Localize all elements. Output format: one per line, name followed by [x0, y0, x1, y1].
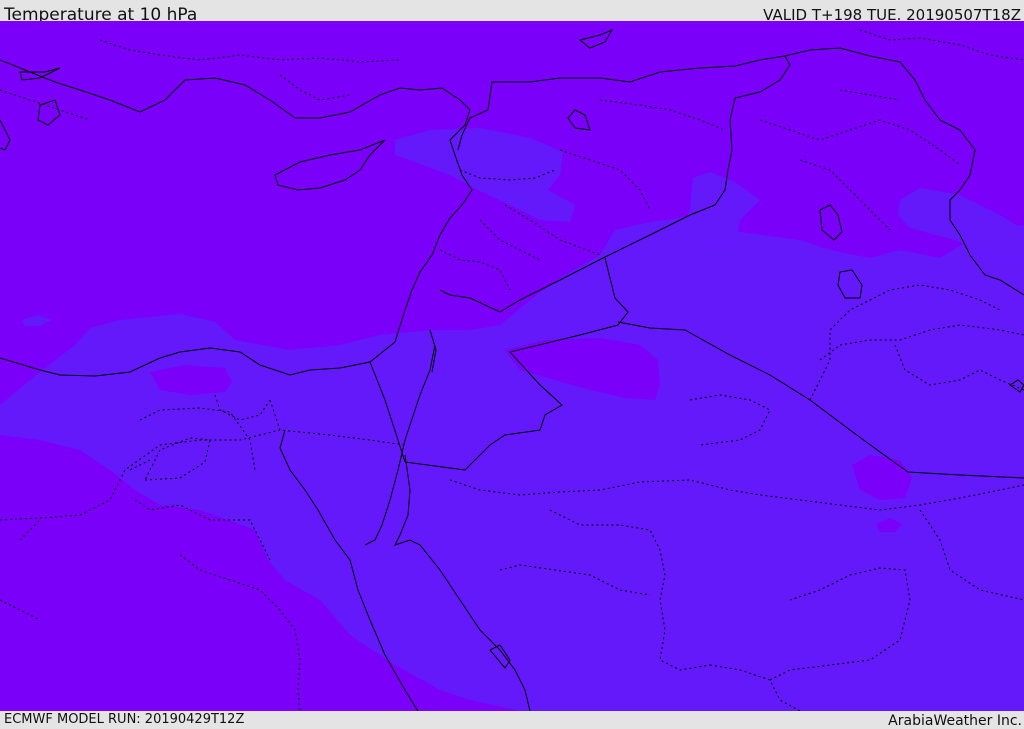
credit-label: ArabiaWeather Inc.	[888, 713, 1022, 729]
map-canvas	[0, 21, 1024, 711]
model-run-label: ECMWF MODEL RUN: 20190429T12Z	[4, 712, 245, 727]
map-footer: ECMWF MODEL RUN: 20190429T12Z ArabiaWeat…	[0, 711, 1024, 729]
temperature-map	[0, 21, 1024, 711]
map-header: Temperature at 10 hPa VALID T+198 TUE. 2…	[0, 0, 1024, 25]
